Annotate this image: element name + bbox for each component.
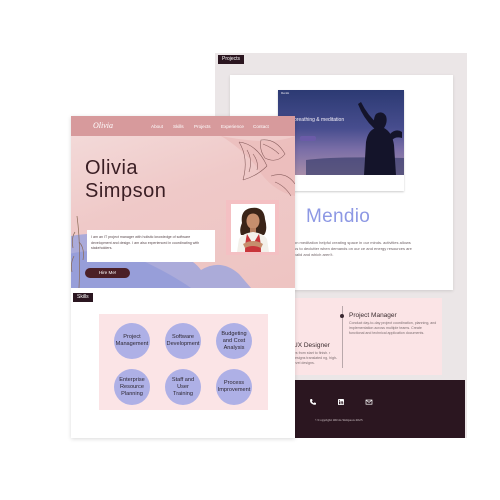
experience-title: UX Designer	[293, 342, 330, 349]
experience-text: Conduct day-to-day project coordination,…	[349, 321, 437, 335]
experience-title: Project Manager	[349, 312, 397, 319]
project-description: on meditation helpful creating space in …	[294, 240, 412, 257]
skill-bubble: Staff and User Training	[165, 369, 201, 405]
projects-section-tag: Projects	[218, 55, 245, 64]
mail-icon[interactable]	[365, 398, 373, 406]
linkedin-icon[interactable]	[337, 398, 345, 406]
hero-bio: I am an IT project manager with holistic…	[87, 230, 215, 262]
skill-bubble: Process Improvement	[216, 369, 252, 405]
skills-section-tag: Skills	[73, 293, 93, 302]
meditating-person-silhouette	[306, 102, 404, 175]
hero-last-name: Simpson	[85, 180, 167, 202]
timeline-dot	[340, 314, 344, 318]
hero-first-name: Olivia	[85, 157, 139, 179]
logo[interactable]: Olivia	[93, 121, 113, 130]
portfolio-mockup: Projects Mendio ind breathing & meditati…	[0, 0, 500, 500]
skill-bubble: Software Development	[165, 323, 201, 359]
nav-link-about[interactable]: About	[151, 124, 163, 129]
project-site-brand: Mendio	[281, 92, 290, 95]
skills-card: Project Management Software Development …	[99, 314, 268, 410]
project-screenshot[interactable]: Mendio ind breathing & meditation	[278, 90, 404, 191]
project-hero-image: Mendio ind breathing & meditation	[278, 90, 404, 175]
project-name: Mendio	[306, 206, 371, 227]
nav-link-projects[interactable]: Projects	[194, 124, 211, 129]
footer	[293, 380, 465, 438]
skill-bubble: Enterprise Resource Planning	[114, 369, 150, 405]
profile-photo	[231, 204, 275, 252]
copyright-text: ©Copyright Olivia Simpson 2023	[315, 418, 363, 422]
skill-bubble: Project Management	[114, 323, 150, 359]
nav-link-contact[interactable]: Contact	[253, 124, 269, 129]
hire-me-button[interactable]: Hire Me!	[85, 268, 130, 278]
woman-portrait	[231, 204, 275, 252]
experience-text: ies from start to finish. r designs tran…	[293, 351, 338, 365]
nav-link-experience[interactable]: Experience	[221, 124, 244, 129]
nav-link-skills[interactable]: Skills	[173, 124, 184, 129]
phone-icon[interactable]	[309, 398, 317, 406]
skill-bubble: Budgeting and Cost Analysis	[216, 323, 252, 359]
front-page: Olivia About Skills Projects Experience …	[71, 116, 295, 438]
navbar: Olivia About Skills Projects Experience …	[71, 116, 295, 136]
hero-section: Olivia Simpson I am an IT project manage…	[71, 136, 295, 288]
